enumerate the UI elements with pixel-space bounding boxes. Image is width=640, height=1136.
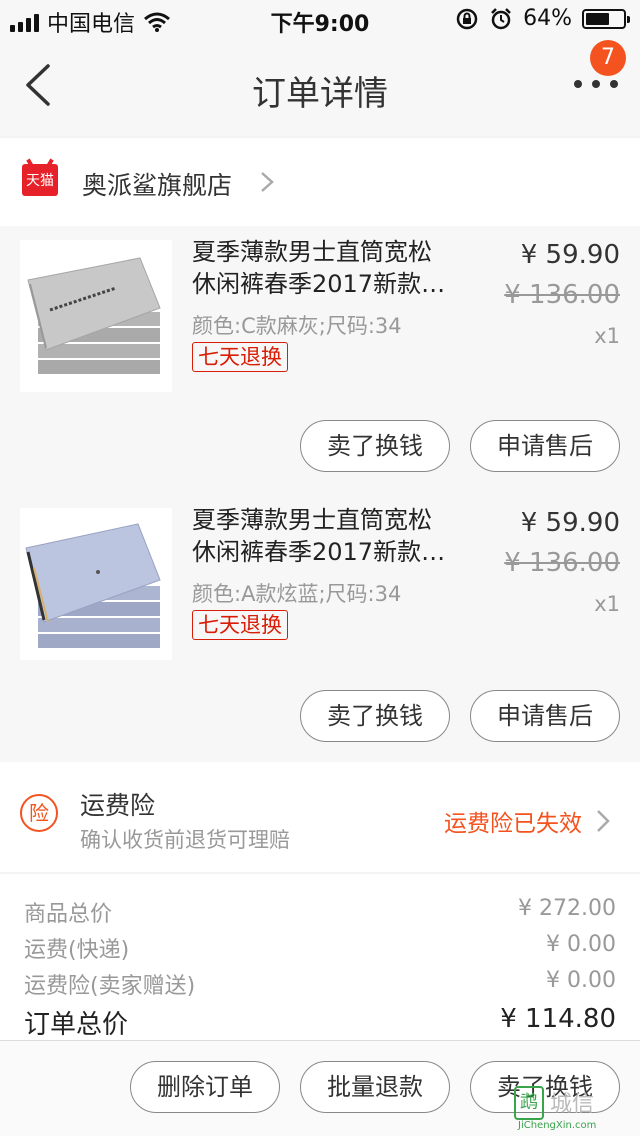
product-price: ¥ 59.90 <box>520 240 620 270</box>
watermark: 鹉 城信 JiChengXin.com <box>514 1086 634 1132</box>
product-sku: 颜色:A款炫蓝;尺码:34 <box>192 582 402 606</box>
price-summary: 商品总价 ¥ 272.00 运费(快递) ¥ 0.00 运费险(卖家赠送) ¥ 0.0… <box>0 874 640 1040</box>
battery-percent: 64% <box>523 6 572 31</box>
chevron-right-icon <box>597 810 610 832</box>
summary-row: 运费险(卖家赠送) ¥ 0.00 <box>24 968 616 999</box>
insurance-icon: 险 <box>20 794 58 832</box>
status-bar: 中国电信 下午9:00 64% <box>0 0 640 40</box>
insurance-status[interactable]: 运费险已失效 <box>444 804 582 838</box>
product-title[interactable]: 夏季薄款男士直筒宽松 休闲裤春季2017新款… <box>192 504 482 568</box>
after-sale-button[interactable]: 申请售后 <box>470 420 620 472</box>
notification-badge: 7 <box>590 40 626 76</box>
sell-button[interactable]: 卖了换钱 <box>300 690 450 742</box>
product-price: ¥ 59.90 <box>520 508 620 538</box>
product-title[interactable]: 夏季薄款男士直筒宽松 休闲裤春季2017新款… <box>192 236 482 300</box>
insurance-title: 运费险 <box>80 791 156 820</box>
shipping-insurance-row[interactable]: 险 运费险 确认收货前退货可理赔 运费险已失效 <box>0 762 640 872</box>
product-thumbnail[interactable] <box>20 508 172 660</box>
product-quantity: x1 <box>594 592 620 616</box>
page-title: 订单详情 <box>252 74 388 114</box>
return-policy-tag: 七天退换 <box>192 342 288 372</box>
insurance-description: 确认收货前退货可理赔 <box>80 828 290 852</box>
delete-order-button[interactable]: 删除订单 <box>130 1061 280 1113</box>
footer-action-bar: 删除订单 批量退款 卖了换钱 鹉 城信 JiChengXin.com <box>0 1040 640 1136</box>
more-dots-icon[interactable] <box>574 76 618 92</box>
navigation-bar: 订单详情 7 <box>0 40 640 136</box>
batch-refund-button[interactable]: 批量退款 <box>300 1061 450 1113</box>
alarm-icon <box>491 7 511 29</box>
product-quantity: x1 <box>594 324 620 348</box>
original-price: ¥ 136.00 <box>504 548 620 578</box>
sell-button[interactable]: 卖了换钱 <box>300 420 450 472</box>
summary-row: 运费(快递) ¥ 0.00 <box>24 932 616 963</box>
original-price: ¥ 136.00 <box>504 280 620 310</box>
order-total-row: 订单总价 ¥ 114.80 <box>24 1004 616 1040</box>
product-sku: 颜色:C款麻灰;尺码:34 <box>192 314 402 338</box>
tmall-logo-icon: 天猫 <box>22 164 58 196</box>
watermark-url: JiChengXin.com <box>518 1120 597 1131</box>
chevron-right-icon <box>261 172 274 192</box>
after-sale-button[interactable]: 申请售后 <box>470 690 620 742</box>
order-item[interactable]: 夏季薄款男士直筒宽松 休闲裤春季2017新款… 颜色:C款麻灰;尺码:34 七天… <box>0 226 640 494</box>
rotation-lock-icon <box>456 8 478 29</box>
product-thumbnail[interactable] <box>20 240 172 392</box>
order-item[interactable]: 夏季薄款男士直筒宽松 休闲裤春季2017新款… 颜色:A款炫蓝;尺码:34 七天… <box>0 494 640 762</box>
watermark-text: 城信 <box>550 1092 595 1117</box>
return-policy-tag: 七天退换 <box>192 610 288 640</box>
watermark-logo-icon: 鹉 <box>514 1086 544 1120</box>
summary-row: 商品总价 ¥ 272.00 <box>24 896 616 927</box>
battery-icon <box>582 8 630 29</box>
shop-name[interactable]: 奥派鲨旗舰店 <box>82 166 232 202</box>
shop-header[interactable]: 天猫 奥派鲨旗舰店 <box>0 138 640 226</box>
